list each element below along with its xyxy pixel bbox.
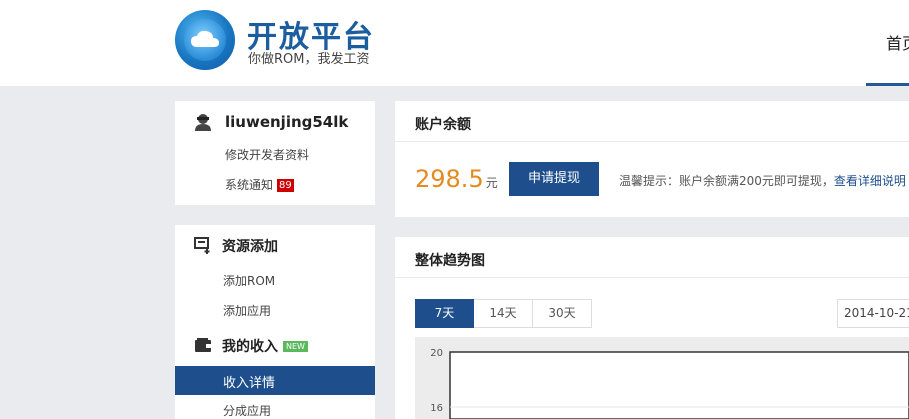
user-card: liuwenjing54lk 修改开发者资料 系统通知 89 [175, 101, 375, 205]
balance-value: 298.5 [415, 165, 484, 193]
add-resource-icon [194, 236, 212, 258]
user-avatar-icon [194, 113, 212, 135]
tab-7-days[interactable]: 7天 [415, 299, 474, 328]
divider [395, 277, 909, 278]
notification-count-badge: 89 [277, 179, 294, 192]
withdraw-button[interactable]: 申请提现 [509, 162, 599, 196]
sidebar-item-income-detail[interactable]: 收入详情 [175, 366, 375, 395]
plot-area [449, 351, 909, 419]
resource-section-header: 资源添加 [194, 236, 278, 258]
balance-title: 账户余额 [415, 117, 471, 133]
nav-active-indicator [866, 83, 909, 86]
nav-home[interactable]: 首页 [886, 30, 909, 54]
resource-section-label: 资源添加 [222, 239, 278, 255]
brand-slogan: 你做ROM，我发工资 [248, 52, 370, 67]
trend-title: 整体趋势图 [415, 253, 485, 269]
balance-amount: 298.5 元 [415, 165, 498, 193]
add-rom-link[interactable]: 添加ROM [223, 272, 275, 289]
wallet-icon [194, 337, 212, 357]
tip-text: 温馨提示：账户余额满200元即可提现， [619, 174, 834, 188]
trend-chart-svg: 20 16 [430, 348, 909, 419]
balance-card: 账户余额 298.5 元 申请提现 温馨提示：账户余额满200元即可提现，查看详细… [395, 101, 909, 217]
tab-14-days[interactable]: 14天 [474, 299, 533, 328]
top-header: 开放平台 你做ROM，我发工资 首页 [0, 0, 909, 86]
share-apps-link[interactable]: 分成应用 [223, 402, 271, 419]
y-tick-label: 16 [430, 403, 443, 414]
currency-unit: 元 [485, 176, 498, 190]
add-app-link[interactable]: 添加应用 [223, 302, 271, 319]
income-section-header: 我的收入 NEW [194, 336, 308, 357]
divider [395, 141, 909, 142]
details-link[interactable]: 查看详细说明 [834, 174, 906, 188]
y-tick-label: 20 [430, 348, 443, 359]
trend-card: 整体趋势图 7天 14天 30天 2014-10-21 20 16 [395, 237, 909, 419]
trend-chart: 20 16 [415, 337, 909, 419]
sidebar-menu: 资源添加 添加ROM 添加应用 我的收入 NEW 收入详情 分成应用 [175, 225, 375, 419]
withdraw-tip: 温馨提示：账户余额满200元即可提现，查看详细说明 [619, 172, 906, 189]
new-badge: NEW [283, 341, 308, 352]
income-section-label: 我的收入 [222, 339, 278, 355]
period-tabs: 7天 14天 30天 [415, 299, 592, 328]
cloud-logo-icon[interactable] [175, 10, 235, 70]
edit-profile-link[interactable]: 修改开发者资料 [225, 146, 309, 163]
date-picker[interactable]: 2014-10-21 [837, 299, 909, 328]
notifications-link[interactable]: 系统通知 89 [225, 176, 294, 193]
tab-30-days[interactable]: 30天 [533, 299, 592, 328]
income-detail-label: 收入详情 [223, 376, 276, 391]
username: liuwenjing54lk [225, 113, 349, 131]
notifications-label: 系统通知 [225, 178, 274, 192]
